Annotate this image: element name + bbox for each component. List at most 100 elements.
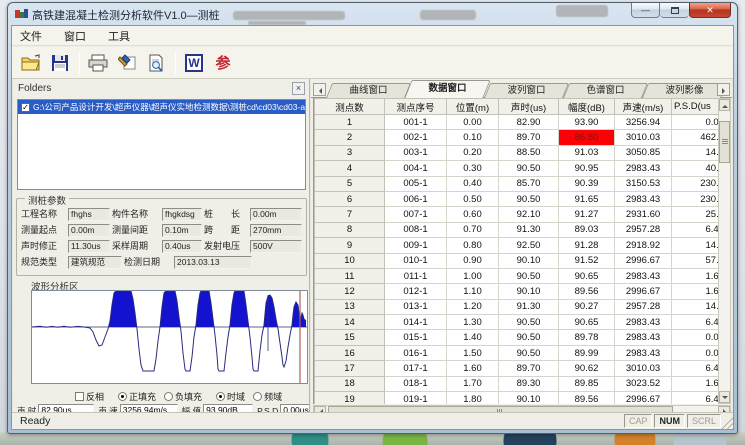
tab-scroll-right-button[interactable] [717,83,730,96]
table-cell: 89.70 [499,130,559,145]
param-label: 采样周期 [112,240,162,253]
menu-item-tools[interactable]: 工具 [108,28,130,44]
wave-options: 反相 正填充 负填充 时域 频域 [13,390,309,402]
tab-3[interactable]: 波列窗口 [487,83,566,98]
vertical-scroll-thumb[interactable] [719,121,730,163]
table-row[interactable]: 18018-11.7089.3089.853023.521.60 [315,376,725,391]
table-row[interactable]: 10010-10.9090.1091.522996.6757.6 [315,253,725,268]
table-row[interactable]: 15015-11.4090.5089.782983.430.00 [315,330,725,345]
invert-checkbox[interactable]: 反相 [75,390,104,403]
tab-4[interactable]: 色谱窗口 [566,83,645,98]
preview-button[interactable] [143,50,169,75]
table-row[interactable]: 6006-10.5090.5091.652983.43230.4 [315,191,725,206]
table-cell: 16 [315,345,385,360]
params-button[interactable]: 参 [210,50,236,75]
main-area: Folders × ✓ G:\公司产品设计开发\超声仪器\超声仪实地检测数据\测… [12,79,733,412]
close-button[interactable]: ✕ [689,3,731,18]
table-cell: 89.78 [559,330,615,345]
titlebar[interactable]: 高铁建混凝土检测分析软件V1.0—测桩 — ✕ [8,3,737,25]
table-cell: 2983.43 [615,161,672,176]
table-row[interactable]: 14014-11.3090.5090.652983.436.40 [315,315,725,330]
tool-button[interactable] [114,50,140,75]
table-cell: 6.40 [672,361,725,376]
table-cell: 3010.03 [615,361,672,376]
table-cell: 1.40 [447,330,499,345]
table-cell: 014-1 [385,315,447,330]
param-label: 声时修正 [21,240,68,253]
table-row[interactable]: 17017-11.6089.7090.623010.036.40 [315,361,725,376]
table-cell: 0.50 [447,191,499,206]
table-cell: 14.4 [672,299,725,314]
table-row[interactable]: 3003-10.2088.5091.033050.8514.4 [315,145,725,160]
column-header: 位置(m) [447,99,499,115]
table-row[interactable]: 1001-10.0082.9093.903256.940.00 [315,115,725,130]
tab-2[interactable]: 数据窗口 [408,80,487,98]
waveform-plot[interactable] [31,290,308,384]
print-button[interactable] [85,50,111,75]
table-cell: 89.30 [499,376,559,391]
radio-icon [164,392,173,401]
tab-label: 波列窗口 [507,85,545,96]
table-cell: 0.90 [447,253,499,268]
tab-scroll-left-button[interactable] [313,83,326,96]
window-title: 高铁建混凝土检测分析软件V1.0—测桩 [32,7,220,23]
print-preview-icon [147,54,165,72]
table-cell: 9 [315,238,385,253]
readout-value: 93.90dB [203,404,253,412]
vertical-scrollbar[interactable] [718,98,731,404]
radio-domain-freq[interactable]: 频域 [253,390,282,403]
open-button[interactable] [18,50,44,75]
param-label: 测量起点 [21,224,68,237]
table-row[interactable]: 19019-11.8090.1089.562996.676.40 [315,392,725,404]
table-cell: 0.00 [447,115,499,130]
radio-domain-time[interactable]: 时域 [216,390,245,403]
table-cell: 5 [315,176,385,191]
table-cell: 1.60 [672,376,725,391]
radio-fill-negative[interactable]: 负填充 [164,390,202,403]
table-cell: 90.95 [559,161,615,176]
minimize-button[interactable]: — [631,3,660,18]
table-cell: 85.70 [499,176,559,191]
folder-item[interactable]: ✓ G:\公司产品设计开发\超声仪器\超声仪实地检测数据\测桩cd\cd03\c… [18,100,305,114]
table-row[interactable]: 12012-11.1090.1089.562996.671.60 [315,284,725,299]
menu-item-window[interactable]: 窗口 [64,28,86,44]
param-label: 桩 长 [204,208,250,221]
scroll-down-button[interactable] [719,391,730,403]
redaction-blob [420,10,476,20]
table-row[interactable]: 16016-11.5090.5089.992983.430.00 [315,345,725,360]
word-export-button[interactable]: W [181,50,207,75]
table-cell: 1.00 [447,268,499,283]
table-cell: 0.10 [447,130,499,145]
table-row[interactable]: 4004-10.3090.5090.952983.4340.0 [315,161,725,176]
readout-label: 幅 值 [182,405,201,413]
maximize-button[interactable] [660,3,689,18]
folder-checkbox[interactable]: ✓ [21,103,30,112]
table-row[interactable]: 2002-10.1089.7086.803010.03462.4 [315,130,725,145]
folders-close-button[interactable]: × [292,82,305,95]
folders-list[interactable]: ✓ G:\公司产品设计开发\超声仪器\超声仪实地检测数据\测桩cd\cd03\c… [17,99,306,190]
wave-readouts: 声 时82.90us声 速3256.94m/s幅 值93.90dBP.S.D0.… [17,404,310,412]
param-value: 0.00m [68,224,110,237]
table-cell: 2983.43 [615,191,672,206]
table-cell: 2 [315,130,385,145]
menu-item-file[interactable]: 文件 [20,28,42,44]
table-row[interactable]: 5005-10.4085.7090.393150.53230.4 [315,176,725,191]
table-row[interactable]: 8008-10.7091.3089.032957.286.40 [315,222,725,237]
tab-1[interactable]: 曲线窗口 [329,83,408,98]
table-cell: 002-1 [385,130,447,145]
scroll-up-button[interactable] [719,99,730,111]
table-cell: 1.10 [447,284,499,299]
tab-5[interactable]: 波列影像 [645,83,724,98]
table-cell: 10 [315,253,385,268]
folders-header: Folders × [13,81,309,97]
table-row[interactable]: 13013-11.2091.3090.272957.2814.4 [315,299,725,314]
resize-grip[interactable] [720,416,733,429]
radio-fill-positive[interactable]: 正填充 [118,390,156,403]
save-button[interactable] [47,50,73,75]
table-cell: 14.4 [672,238,725,253]
table-row[interactable]: 7007-10.6092.1091.272931.6025.6 [315,207,725,222]
table-row[interactable]: 11011-11.0090.5090.652983.431.60 [315,268,725,283]
table-row[interactable]: 9009-10.8092.5091.282918.9214.4 [315,238,725,253]
table-cell: 003-1 [385,145,447,160]
param-char-icon: 参 [215,52,230,73]
